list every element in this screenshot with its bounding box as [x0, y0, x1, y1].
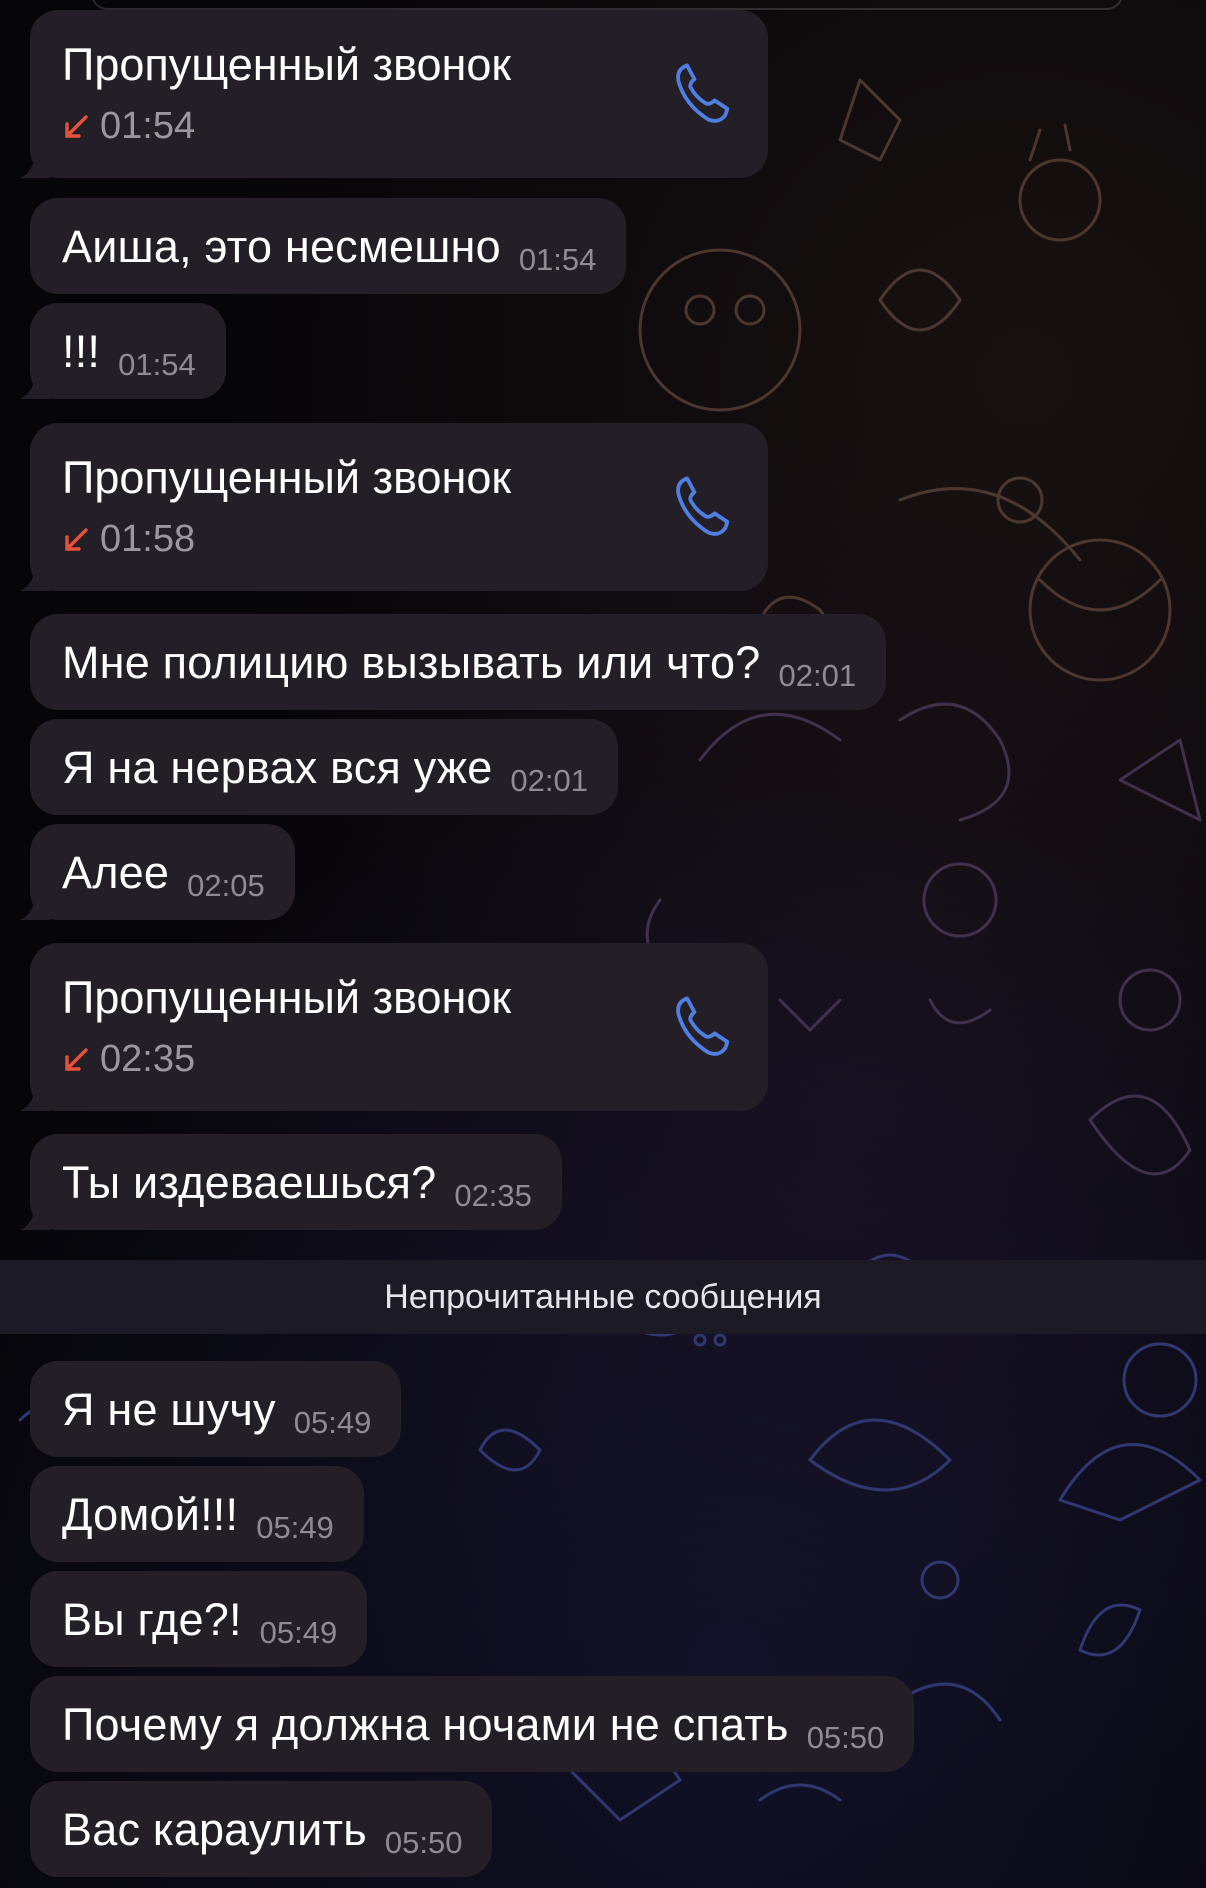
- missed-call-message[interactable]: Пропущенный звонок 01:58: [20, 423, 768, 591]
- message-text: Вас караулить: [62, 1803, 367, 1855]
- missed-call-message[interactable]: Пропущенный звонок 02:35: [20, 943, 768, 1111]
- bubble-tail: [20, 1202, 50, 1230]
- message-bubble[interactable]: !!! 01:54: [20, 303, 226, 399]
- phone-icon[interactable]: [670, 473, 738, 541]
- missed-call-title: Пропущенный звонок: [62, 39, 512, 90]
- message-time: 02:35: [454, 1178, 532, 1213]
- missed-call-time: 02:35: [100, 1038, 196, 1080]
- message-time: 05:50: [384, 1825, 463, 1860]
- top-bubble-edge: [90, 0, 1124, 10]
- message-text: !!!: [62, 325, 101, 377]
- message-text: Я не шучу: [62, 1383, 276, 1435]
- missed-call-time: 01:54: [100, 105, 196, 147]
- unread-messages-label: Непрочитанные сообщения: [384, 1277, 822, 1316]
- message-text: Ты издеваешься?: [62, 1156, 437, 1208]
- message-bubble[interactable]: Я не шучу 05:49: [30, 1361, 402, 1457]
- missed-call-arrow-icon: [65, 527, 88, 551]
- message-time: 02:01: [510, 763, 588, 798]
- message-bubble[interactable]: Вас караулить 05:50: [30, 1781, 493, 1877]
- message-text: Я на нервах вся уже: [62, 741, 493, 793]
- message-time: 02:05: [187, 868, 265, 903]
- message-bubble[interactable]: Вы где?! 05:49: [30, 1571, 368, 1667]
- message-time: 02:01: [778, 658, 857, 693]
- bubble-tail: [20, 371, 50, 399]
- message-bubble[interactable]: Ты издеваешься? 02:35: [20, 1134, 562, 1230]
- chat-view[interactable]: Пропущенный звонок 01:54 Аиша, это несме…: [0, 0, 1206, 1888]
- missed-call-time: 01:58: [100, 518, 196, 560]
- message-time: 05:49: [259, 1615, 338, 1650]
- unread-messages-divider: Непрочитанные сообщения: [0, 1260, 1206, 1334]
- message-bubble[interactable]: Мне полицию вызывать или что? 02:01: [30, 614, 887, 710]
- missed-call-arrow-icon: [65, 1047, 88, 1071]
- message-bubble[interactable]: Почему я должна ночами не спать 05:50: [30, 1676, 915, 1772]
- message-bubble[interactable]: Алее 02:05: [20, 824, 295, 920]
- message-time: 05:50: [806, 1720, 885, 1755]
- message-text: Аиша, это несмешно: [62, 220, 501, 272]
- bubble-tail: [20, 1083, 50, 1111]
- bubble-tail: [20, 150, 50, 178]
- missed-call-arrow-icon: [65, 114, 88, 138]
- message-text: Домой!!!: [62, 1488, 239, 1540]
- message-bubble[interactable]: Домой!!! 05:49: [30, 1466, 364, 1562]
- message-text: Вы где?!: [62, 1593, 242, 1645]
- message-bubble[interactable]: Я на нервах вся уже 02:01: [30, 719, 618, 815]
- message-time: 01:54: [118, 347, 196, 382]
- bubble-tail: [20, 563, 50, 591]
- missed-call-message[interactable]: Пропущенный звонок 01:54: [20, 10, 768, 178]
- phone-icon[interactable]: [670, 60, 738, 128]
- phone-icon[interactable]: [670, 993, 738, 1061]
- message-text: Алее: [62, 846, 170, 898]
- message-time: 01:54: [518, 242, 597, 277]
- message-bubble[interactable]: Аиша, это несмешно 01:54: [30, 198, 627, 294]
- message-text: Мне полицию вызывать или что?: [62, 636, 761, 688]
- message-time: 05:49: [256, 1510, 334, 1545]
- message-time: 05:49: [293, 1405, 372, 1440]
- message-text: Почему я должна ночами не спать: [62, 1698, 789, 1750]
- missed-call-title: Пропущенный звонок: [62, 452, 512, 503]
- missed-call-title: Пропущенный звонок: [62, 972, 512, 1023]
- bubble-tail: [20, 892, 50, 920]
